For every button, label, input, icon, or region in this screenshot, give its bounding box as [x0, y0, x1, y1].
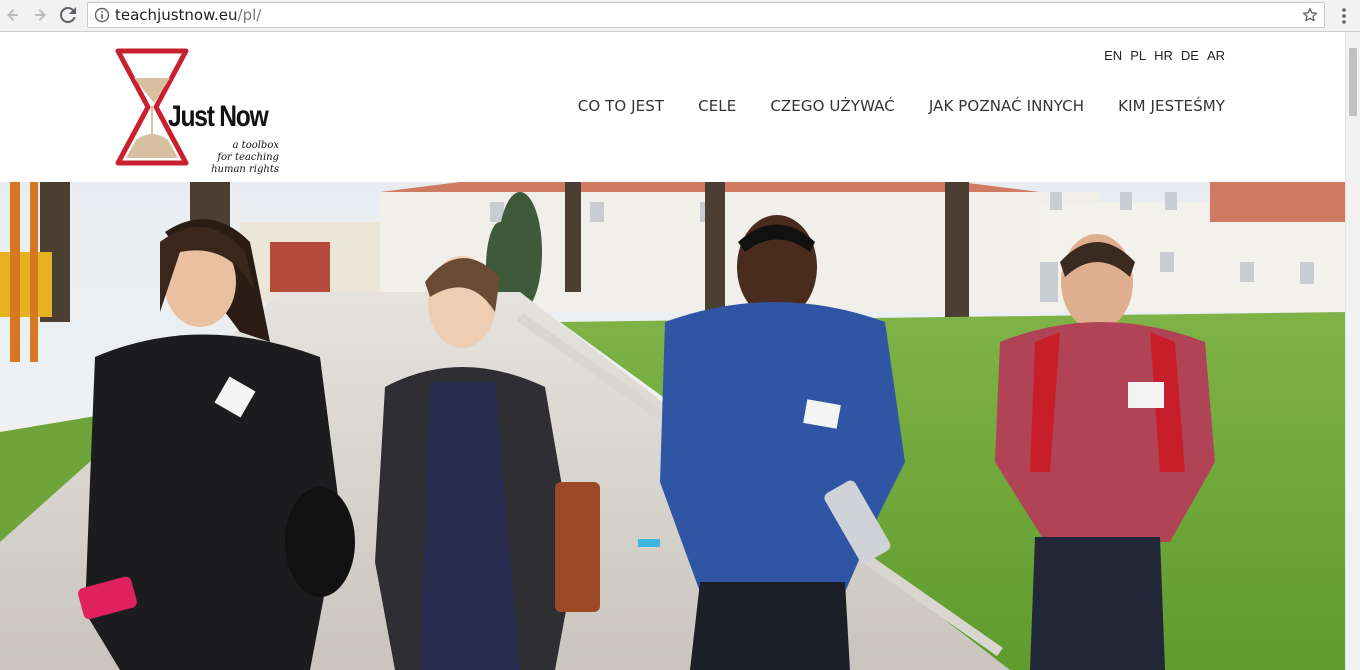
forward-icon[interactable]	[29, 4, 51, 26]
browser-toolbar: teachjustnow.eu/pl/	[0, 0, 1360, 32]
nav-item-kim-jestesmy[interactable]: KIM JESTEŚMY	[1118, 97, 1225, 115]
info-icon[interactable]	[94, 7, 110, 23]
menu-dots-icon[interactable]	[1337, 5, 1351, 27]
web-page: Just Now a toolbox for teaching human ri…	[0, 32, 1345, 670]
lang-en[interactable]: EN	[1104, 48, 1122, 63]
back-icon[interactable]	[2, 4, 24, 26]
nav-item-co-to-jest[interactable]: CO TO JEST	[578, 97, 664, 115]
url-domain: teachjustnow.eu	[115, 6, 238, 24]
lang-pl[interactable]: PL	[1130, 48, 1146, 63]
site-header: Just Now a toolbox for teaching human ri…	[0, 32, 1345, 182]
lang-hr[interactable]: HR	[1154, 48, 1173, 63]
address-bar[interactable]: teachjustnow.eu/pl/	[87, 2, 1325, 28]
url-text: teachjustnow.eu/pl/	[115, 7, 261, 24]
lang-ar[interactable]: AR	[1207, 48, 1225, 63]
tagline-line: a toolbox	[232, 140, 279, 151]
site-logo[interactable]: Just Now a toolbox for teaching human ri…	[112, 48, 287, 175]
tagline-line: human rights	[211, 164, 279, 175]
hero-image	[0, 182, 1345, 670]
url-path: /pl/	[237, 6, 262, 24]
lang-de[interactable]: DE	[1181, 48, 1199, 63]
nav-item-jak-poznac-innych[interactable]: JAK POZNAĆ INNYCH	[929, 97, 1084, 115]
main-nav: CO TO JEST CELE CZEGO UŻYWAĆ JAK POZNAĆ …	[578, 97, 1225, 115]
logo-tagline: a toolbox for teaching human rights	[189, 140, 279, 176]
nav-item-czego-uzywac[interactable]: CZEGO UŻYWAĆ	[770, 97, 895, 115]
reload-icon[interactable]	[57, 4, 79, 26]
page-scrollbar[interactable]	[1345, 32, 1360, 670]
nav-item-cele[interactable]: CELE	[698, 97, 736, 115]
language-switcher: EN PL HR DE AR	[1104, 48, 1225, 63]
tagline-line: for teaching	[217, 152, 279, 163]
hero-photo	[0, 182, 1345, 670]
scrollbar-thumb[interactable]	[1349, 48, 1357, 116]
star-icon[interactable]	[1302, 7, 1318, 23]
logo-brand: Just Now	[168, 100, 269, 133]
